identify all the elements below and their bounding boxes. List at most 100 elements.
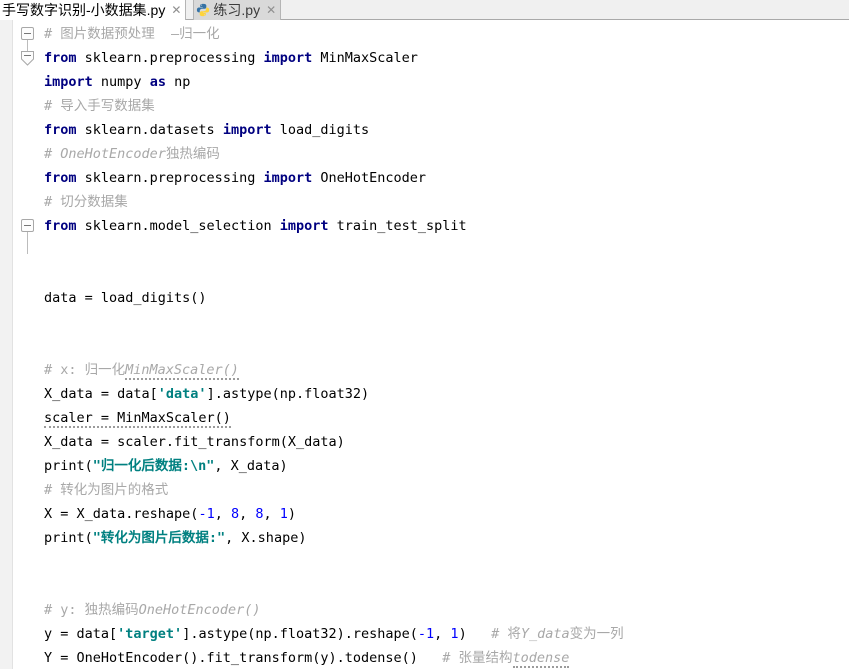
code-token: -1 bbox=[198, 506, 215, 522]
code-token: X_data = data[ bbox=[44, 386, 158, 402]
tab-bar-empty-area bbox=[281, 0, 849, 19]
code-token: 'target' bbox=[117, 626, 183, 642]
code-line[interactable]: import numpy as np bbox=[44, 70, 849, 94]
fold-collapse-icon[interactable] bbox=[21, 219, 34, 232]
code-token: sklearn.datasets bbox=[76, 122, 223, 138]
close-icon[interactable]: ✕ bbox=[171, 4, 181, 16]
code-line[interactable]: y = data['target'].astype(np.float32).re… bbox=[44, 622, 849, 646]
code-token: , bbox=[239, 506, 256, 522]
tab-bar: 手写数字识别-小数据集.py ✕ 练习.py ✕ bbox=[0, 0, 849, 20]
code-token: sklearn.preprocessing bbox=[76, 170, 264, 186]
code-line[interactable]: # 图片数据预处理 —归一化 bbox=[44, 22, 849, 46]
code-line[interactable]: # 切分数据集 bbox=[44, 190, 849, 214]
code-token: OneHotEncoder bbox=[312, 170, 427, 186]
code-token: import bbox=[263, 50, 313, 66]
code-token: from bbox=[44, 218, 77, 234]
code-line[interactable]: data = load_digits() bbox=[44, 286, 849, 310]
python-file-icon bbox=[196, 3, 210, 17]
code-token: train_test_split bbox=[328, 218, 467, 234]
code-token: numpy bbox=[92, 74, 150, 90]
code-line[interactable]: X = X_data.reshape(-1, 8, 8, 1) bbox=[44, 502, 849, 526]
code-line[interactable] bbox=[44, 262, 849, 286]
code-line[interactable] bbox=[44, 334, 849, 358]
code-token: print( bbox=[44, 458, 93, 474]
code-line[interactable] bbox=[44, 238, 849, 262]
code-line[interactable]: # y: 独热编码OneHotEncoder() bbox=[44, 598, 849, 622]
code-token: ].astype(np.float32) bbox=[206, 386, 370, 402]
code-line[interactable]: # 导入手写数据集 bbox=[44, 94, 849, 118]
code-token: # 图片数据预处理 —归一化 bbox=[44, 26, 220, 42]
fold-end-arrow-icon[interactable] bbox=[21, 51, 34, 66]
code-token: sklearn.preprocessing bbox=[76, 50, 264, 66]
code-token: import bbox=[44, 74, 93, 90]
tab-label: 练习.py bbox=[213, 2, 261, 18]
tab-gap bbox=[186, 0, 194, 19]
code-token: 独热编码 bbox=[165, 146, 220, 162]
code-token: # 张量结构 bbox=[417, 650, 513, 666]
code-token: # x: 归一化 bbox=[44, 362, 126, 378]
code-token: OneHotEncoder() bbox=[138, 602, 261, 618]
code-line[interactable]: # x: 归一化MinMaxScaler() bbox=[44, 358, 849, 382]
code-line[interactable] bbox=[44, 550, 849, 574]
code-token: Y_data bbox=[520, 626, 570, 642]
gutter-edge-strip bbox=[0, 20, 13, 669]
code-token: ].astype(np.float32).reshape( bbox=[182, 626, 418, 642]
code-token: 1 bbox=[450, 626, 459, 642]
tab-practice[interactable]: 练习.py ✕ bbox=[193, 0, 282, 20]
code-line[interactable]: X_data = scaler.fit_transform(X_data) bbox=[44, 430, 849, 454]
tab-handwritten-digits[interactable]: 手写数字识别-小数据集.py ✕ bbox=[0, 0, 187, 20]
code-line[interactable] bbox=[44, 310, 849, 334]
code-line[interactable]: from sklearn.preprocessing import OneHot… bbox=[44, 166, 849, 190]
code-token: 8 bbox=[230, 506, 240, 522]
code-token: # 转化为图片的格式 bbox=[44, 482, 169, 498]
code-token: import bbox=[279, 218, 329, 234]
code-token: X = X_data.reshape( bbox=[44, 506, 199, 522]
code-token: 变为一列 bbox=[569, 626, 624, 642]
fold-collapse-icon[interactable] bbox=[21, 27, 34, 40]
code-line[interactable]: X_data = data['data'].astype(np.float32) bbox=[44, 382, 849, 406]
editor-gutter[interactable] bbox=[0, 20, 44, 669]
code-token: as bbox=[149, 74, 166, 90]
code-token: -1 bbox=[417, 626, 435, 642]
code-token: data = load_digits() bbox=[44, 290, 207, 306]
code-token: # 导入手写数据集 bbox=[44, 98, 155, 114]
code-token: , X_data) bbox=[214, 458, 288, 474]
code-token: , X.shape) bbox=[225, 530, 307, 546]
code-token: MinMaxScaler() bbox=[125, 362, 239, 380]
code-token: scaler = MinMaxScaler() bbox=[44, 410, 231, 428]
code-token: "归一化后数据:\n" bbox=[92, 458, 215, 474]
code-line[interactable]: from sklearn.model_selection import trai… bbox=[44, 214, 849, 238]
code-token: # 将 bbox=[466, 626, 521, 642]
code-content[interactable]: # 图片数据预处理 —归一化 from sklearn.preprocessing… bbox=[44, 20, 849, 669]
code-token: 1 bbox=[279, 506, 288, 522]
code-editor[interactable]: # 图片数据预处理 —归一化 from sklearn.preprocessing… bbox=[0, 20, 849, 669]
code-token: np bbox=[165, 74, 191, 90]
code-line[interactable]: # OneHotEncoder独热编码 bbox=[44, 142, 849, 166]
code-token: from bbox=[44, 50, 77, 66]
code-token: OneHotEncoder bbox=[60, 146, 166, 162]
code-token: # y: 独热编码 bbox=[44, 602, 139, 618]
code-token: todense bbox=[512, 650, 570, 668]
code-token: # bbox=[44, 146, 61, 162]
code-token: , bbox=[214, 506, 231, 522]
close-icon[interactable]: ✕ bbox=[266, 4, 276, 16]
code-token: # 切分数据集 bbox=[44, 194, 128, 210]
code-token: from bbox=[44, 170, 77, 186]
code-line[interactable]: print("转化为图片后数据:", X.shape) bbox=[44, 526, 849, 550]
code-line[interactable]: Y = OneHotEncoder().fit_transform(y).tod… bbox=[44, 646, 849, 669]
code-line[interactable]: from sklearn.preprocessing import MinMax… bbox=[44, 46, 849, 70]
code-line[interactable] bbox=[44, 574, 849, 598]
code-token: ) bbox=[458, 626, 467, 642]
code-line[interactable]: scaler = MinMaxScaler() bbox=[44, 406, 849, 430]
code-token: from bbox=[44, 122, 77, 138]
code-token: sklearn.model_selection bbox=[76, 218, 280, 234]
code-line[interactable]: from sklearn.datasets import load_digits bbox=[44, 118, 849, 142]
code-token: 8 bbox=[255, 506, 264, 522]
code-token: , bbox=[434, 626, 451, 642]
code-token: import bbox=[222, 122, 272, 138]
code-line[interactable]: # 转化为图片的格式 bbox=[44, 478, 849, 502]
code-token: "转化为图片后数据:" bbox=[92, 530, 226, 546]
tab-label: 手写数字识别-小数据集.py bbox=[2, 2, 166, 18]
code-token: load_digits bbox=[271, 122, 370, 138]
code-line[interactable]: print("归一化后数据:\n", X_data) bbox=[44, 454, 849, 478]
